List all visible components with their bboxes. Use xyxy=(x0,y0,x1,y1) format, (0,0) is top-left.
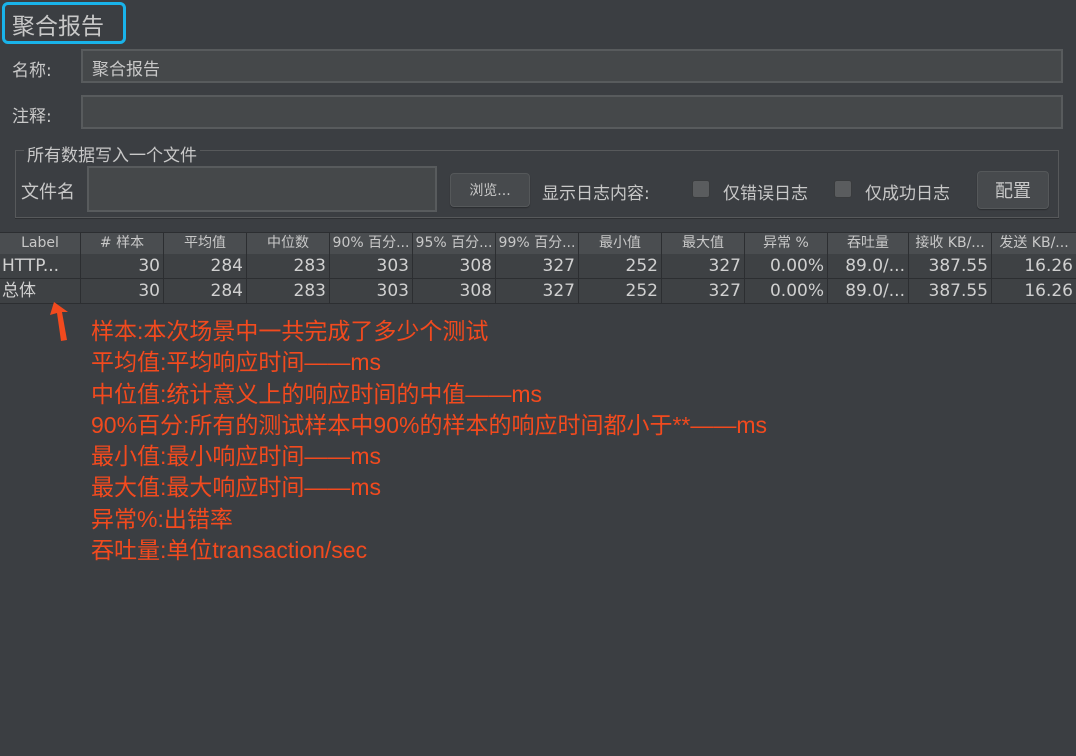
note-min: 最小值:最小响应时间——ms xyxy=(91,443,382,470)
column-header-median[interactable]: 中位数 xyxy=(247,233,330,254)
column-header-90pct[interactable]: 90% 百分... xyxy=(330,233,413,254)
annotation-notes: 样本:本次场景中一共完成了多少个测试 平均值:平均响应时间——ms 中位值:统计… xyxy=(91,316,767,566)
column-header-throughput[interactable]: 吞吐量 xyxy=(828,233,909,254)
cell-received: 387.55 xyxy=(909,254,992,278)
filename-label: 文件名 xyxy=(21,182,75,203)
success-only-label: 仅成功日志 xyxy=(865,184,950,204)
note-average: 平均值:平均响应时间——ms xyxy=(91,349,382,376)
cell-error-pct: 0.00% xyxy=(745,254,828,278)
cell-median: 283 xyxy=(247,279,330,303)
note-samples: 样本:本次场景中一共完成了多少个测试 xyxy=(91,318,489,344)
table-header: Label # 样本 平均值 中位数 90% 百分... 95% 百分... 9… xyxy=(0,232,1076,254)
arrow-up-icon xyxy=(50,302,68,341)
cell-throughput: 89.0/... xyxy=(828,254,909,278)
panel-title: 聚合报告 xyxy=(12,14,104,40)
table-row[interactable]: HTTP... 30 284 283 303 308 327 252 327 0… xyxy=(0,254,1076,279)
browse-button[interactable]: 浏览... xyxy=(450,173,530,207)
note-throughput: 吞吐量:单位transaction/sec xyxy=(91,537,368,564)
cell-95pct: 308 xyxy=(413,279,496,303)
column-header-error-pct[interactable]: 异常 % xyxy=(745,233,828,254)
cell-label: HTTP... xyxy=(0,254,81,278)
column-header-samples[interactable]: # 样本 xyxy=(81,233,164,254)
note-90pct: 90%百分:所有的测试样本中90%的样本的响应时间都小于**——ms xyxy=(91,411,768,438)
column-header-label[interactable]: Label xyxy=(0,233,81,254)
cell-average: 284 xyxy=(164,279,247,303)
cell-max: 327 xyxy=(662,254,745,278)
table-row[interactable]: 总体 30 284 283 303 308 327 252 327 0.00% … xyxy=(0,279,1076,304)
cell-median: 283 xyxy=(247,254,330,278)
cell-samples: 30 xyxy=(81,254,164,278)
column-header-min[interactable]: 最小值 xyxy=(579,233,662,254)
cell-sent: 16.26 xyxy=(1024,281,1073,301)
column-header-99pct[interactable]: 99% 百分... xyxy=(496,233,579,254)
name-label: 名称: xyxy=(12,61,52,81)
errors-only-label: 仅错误日志 xyxy=(723,184,808,204)
file-output-legend: 所有数据写入一个文件 xyxy=(24,141,200,166)
name-input[interactable]: 聚合报告 xyxy=(81,49,1063,83)
log-display-label: 显示日志内容: xyxy=(542,184,650,204)
column-header-average[interactable]: 平均值 xyxy=(164,233,247,254)
note-max: 最大值:最大响应时间——ms xyxy=(91,474,382,501)
cell-min: 252 xyxy=(579,254,662,278)
filename-input[interactable] xyxy=(87,166,437,212)
cell-average: 284 xyxy=(164,254,247,278)
cell-99pct: 327 xyxy=(496,254,579,278)
success-only-checkbox[interactable] xyxy=(834,180,852,198)
errors-only-checkbox[interactable] xyxy=(692,180,710,198)
cell-max: 327 xyxy=(662,279,745,303)
comment-label: 注释: xyxy=(12,107,52,127)
cell-90pct: 303 xyxy=(330,279,413,303)
comment-input[interactable] xyxy=(81,95,1063,129)
column-header-95pct[interactable]: 95% 百分... xyxy=(413,233,496,254)
cell-error-pct: 0.00% xyxy=(745,279,828,303)
note-error: 异常%:出错率 xyxy=(91,505,233,532)
note-median: 中位值:统计意义上的响应时间的中值——ms xyxy=(91,380,543,407)
cell-95pct: 308 xyxy=(413,254,496,278)
column-header-received[interactable]: 接收 KB/... xyxy=(909,233,992,254)
cell-min: 252 xyxy=(579,279,662,303)
configure-button[interactable]: 配置 xyxy=(977,171,1049,209)
cell-99pct: 327 xyxy=(496,279,579,303)
cell-samples: 30 xyxy=(81,279,164,303)
aggregate-report-table: Label # 样本 平均值 中位数 90% 百分... 95% 百分... 9… xyxy=(0,232,1076,304)
cell-received: 387.55 xyxy=(909,279,992,303)
column-header-sent[interactable]: 发送 KB/... xyxy=(992,233,1076,254)
cell-90pct: 303 xyxy=(330,254,413,278)
cell-throughput: 89.0/... xyxy=(828,279,909,303)
cell-sent: 16.26 xyxy=(1024,256,1073,276)
column-header-max[interactable]: 最大值 xyxy=(662,233,745,254)
